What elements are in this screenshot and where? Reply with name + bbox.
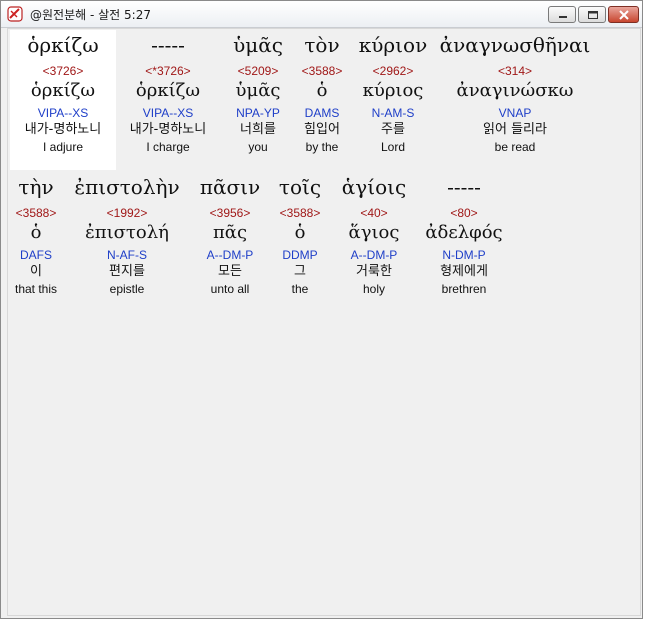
korean-gloss: 모든	[218, 264, 242, 279]
english-gloss: I charge	[146, 140, 190, 154]
english-gloss: the	[291, 282, 309, 296]
english-gloss: that this	[14, 282, 58, 296]
word-block[interactable]: τὸν <3588> ὁ DAMS 힘입어 by the	[292, 30, 352, 155]
lemma: ὁ	[316, 80, 328, 101]
word-block[interactable]: κύριον <2962> κύριος N-AM-S 주를 Lord	[352, 30, 434, 155]
english-gloss: holy	[362, 282, 385, 296]
korean-gloss: 형제에게	[440, 264, 488, 279]
word-block[interactable]: ----- <80> ἀδελφός N-DM-P 형제에게 brethren	[418, 172, 510, 297]
strong-number[interactable]: <3588>	[270, 205, 330, 221]
word-block[interactable]: ἐπιστολὴν <1992> ἐπιστολή N-AF-S 편지를 epi…	[70, 172, 184, 297]
english-gloss: by the	[305, 140, 339, 154]
maximize-icon	[588, 11, 598, 19]
parsing-code: DAMS	[304, 106, 340, 120]
korean-gloss: 읽어 들리라	[483, 122, 547, 137]
korean-gloss: 주를	[381, 122, 405, 137]
word-block[interactable]: πᾶσιν <3956> πᾶς A--DM-P 모든 unto all	[192, 172, 268, 297]
strong-number[interactable]: <1992>	[70, 205, 184, 221]
english-gloss: brethren	[441, 282, 487, 296]
minimize-icon	[559, 16, 567, 18]
parsing-code: DDMP	[282, 248, 318, 262]
greek-word: -----	[151, 33, 185, 57]
close-icon	[619, 10, 629, 20]
greek-word: τὸν	[304, 33, 340, 57]
korean-gloss: 내가-명하노니	[24, 122, 102, 137]
lemma: ἀδελφός	[425, 222, 503, 243]
strong-number[interactable]: <5209>	[222, 63, 294, 79]
lemma: ὁ	[30, 222, 42, 243]
parsing-code: VNAP	[498, 106, 532, 120]
strong-number[interactable]: <314>	[434, 63, 596, 79]
korean-gloss: 편지를	[109, 264, 145, 279]
strong-number[interactable]: <*3726>	[118, 63, 218, 79]
window-title: @원전분해 - 살전 5:27	[30, 8, 151, 22]
lemma: ἅγιος	[348, 222, 400, 243]
word-block[interactable]: ὑμᾶς <5209> ὑμᾶς NPA-YP 너희를 you	[222, 30, 294, 155]
english-gloss: you	[248, 140, 268, 154]
word-block[interactable]: ----- <*3726> ὁρκίζω VIPA--XS 내가-명하노니 I …	[118, 30, 218, 155]
parsing-code: NPA-YP	[236, 106, 280, 120]
lemma: ἀναγινώσκω	[456, 80, 574, 101]
greek-word: ἐπιστολὴν	[74, 175, 180, 199]
greek-word: ὁρκίζω	[27, 33, 99, 57]
greek-word: πᾶσιν	[199, 175, 261, 199]
app-logo-icon	[7, 6, 23, 22]
word-block[interactable]: ἀναγνωσθῆναι <314> ἀναγινώσκω VNAP 읽어 들리…	[434, 30, 596, 155]
minimize-button[interactable]	[548, 6, 576, 23]
strong-number[interactable]: <40>	[334, 205, 414, 221]
strong-number[interactable]: <3588>	[292, 63, 352, 79]
english-gloss: be read	[494, 140, 536, 154]
greek-word: ὑμᾶς	[233, 33, 283, 57]
lemma: ὁρκίζω	[135, 80, 201, 101]
word-block[interactable]: ὁρκίζω <3726> ὁρκίζω VIPA--XS 내가-명하노니 I …	[10, 30, 116, 170]
strong-number[interactable]: <2962>	[352, 63, 434, 79]
close-button[interactable]	[608, 6, 639, 23]
strong-number[interactable]: <3588>	[8, 205, 64, 221]
lemma: πᾶς	[212, 222, 248, 243]
korean-gloss: 내가-명하노니	[129, 122, 207, 137]
greek-word: τὴν	[18, 175, 54, 199]
lemma: κύριος	[362, 80, 424, 101]
word-block[interactable]: τὴν <3588> ὁ DAFS 이 that this	[8, 172, 64, 297]
maximize-button[interactable]	[578, 6, 606, 23]
parsing-code: A--DM-P	[350, 248, 398, 262]
word-block[interactable]: ἁγίοις <40> ἅγιος A--DM-P 거룩한 holy	[334, 172, 414, 297]
korean-gloss: 힘입어	[304, 122, 340, 137]
strong-number[interactable]: <80>	[418, 205, 510, 221]
korean-gloss: 이	[30, 264, 42, 279]
title-bar[interactable]: @원전분해 - 살전 5:27	[1, 1, 642, 28]
strong-number[interactable]: <3956>	[192, 205, 268, 221]
interlinear-panel: ὁρκίζω <3726> ὁρκίζω VIPA--XS 내가-명하노니 I …	[7, 28, 641, 616]
greek-word: ἀναγνωσθῆναι	[439, 33, 591, 57]
strong-number[interactable]: <3726>	[10, 63, 116, 79]
lemma: ἐπιστολή	[85, 222, 169, 243]
parsing-code: VIPA--XS	[142, 106, 194, 120]
greek-word: κύριον	[358, 33, 428, 57]
greek-word: τοῖς	[278, 175, 322, 199]
korean-gloss: 그	[294, 264, 306, 279]
english-gloss: I adjure	[42, 140, 84, 154]
app-window: @원전분해 - 살전 5:27 ὁρκίζω <3726> ὁρκίζω VIP…	[0, 0, 643, 619]
greek-word: -----	[447, 175, 481, 199]
korean-gloss: 거룩한	[356, 264, 392, 279]
english-gloss: unto all	[210, 282, 250, 296]
parsing-code: N-DM-P	[442, 248, 486, 262]
parsing-code: A--DM-P	[206, 248, 254, 262]
parsing-code: N-AF-S	[107, 248, 147, 262]
lemma: ὑμᾶς	[235, 80, 281, 101]
english-gloss: Lord	[380, 140, 406, 154]
lemma: ὁ	[294, 222, 306, 243]
greek-word: ἁγίοις	[341, 175, 407, 199]
english-gloss: epistle	[109, 282, 145, 296]
parsing-code: N-AM-S	[371, 106, 415, 120]
word-block[interactable]: τοῖς <3588> ὁ DDMP 그 the	[270, 172, 330, 297]
parsing-code: DAFS	[19, 248, 52, 262]
lemma: ὁρκίζω	[30, 80, 96, 101]
parsing-code: VIPA--XS	[37, 106, 89, 120]
korean-gloss: 너희를	[240, 122, 276, 137]
